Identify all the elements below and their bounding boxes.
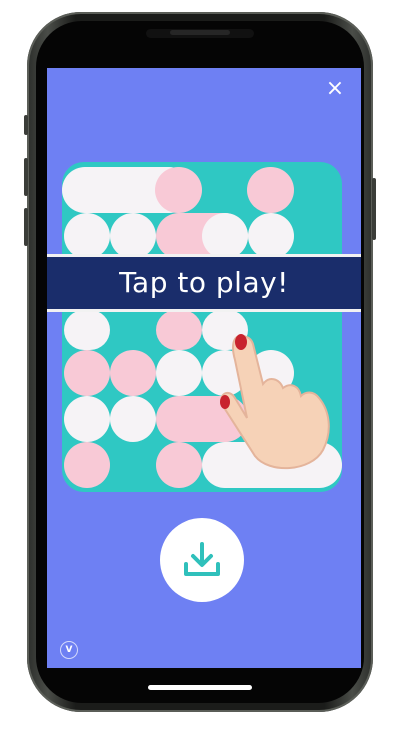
close-icon[interactable]: ×: [325, 78, 345, 100]
game-tile: [248, 213, 294, 259]
game-tile: [156, 442, 202, 488]
game-tile: [64, 310, 110, 350]
phone-volume-up: [24, 158, 28, 196]
game-tile: [156, 310, 202, 350]
ad-screen: × Tap to play! V: [47, 68, 361, 668]
game-tile: [64, 442, 110, 488]
phone-power-button: [372, 178, 376, 240]
phone-silent-switch: [24, 115, 28, 135]
game-tile: [110, 396, 156, 442]
phone-speaker: [170, 30, 230, 35]
brand-logo: V: [60, 641, 78, 659]
download-icon: [184, 542, 220, 576]
game-tile: [156, 350, 202, 396]
phone-volume-down: [24, 208, 28, 246]
game-tile: [110, 213, 156, 259]
game-tile: [64, 213, 110, 259]
game-tile: [202, 213, 248, 259]
game-tile: [64, 396, 110, 442]
game-tile: [155, 167, 202, 213]
tap-to-play-banner[interactable]: Tap to play!: [47, 254, 361, 312]
game-tile: [247, 167, 294, 213]
download-button[interactable]: [160, 518, 244, 602]
home-indicator: [148, 685, 252, 690]
game-tile: [110, 350, 156, 396]
game-tile: [64, 350, 110, 396]
banner-label: Tap to play!: [119, 266, 289, 299]
pointing-hand-icon: [220, 334, 330, 469]
